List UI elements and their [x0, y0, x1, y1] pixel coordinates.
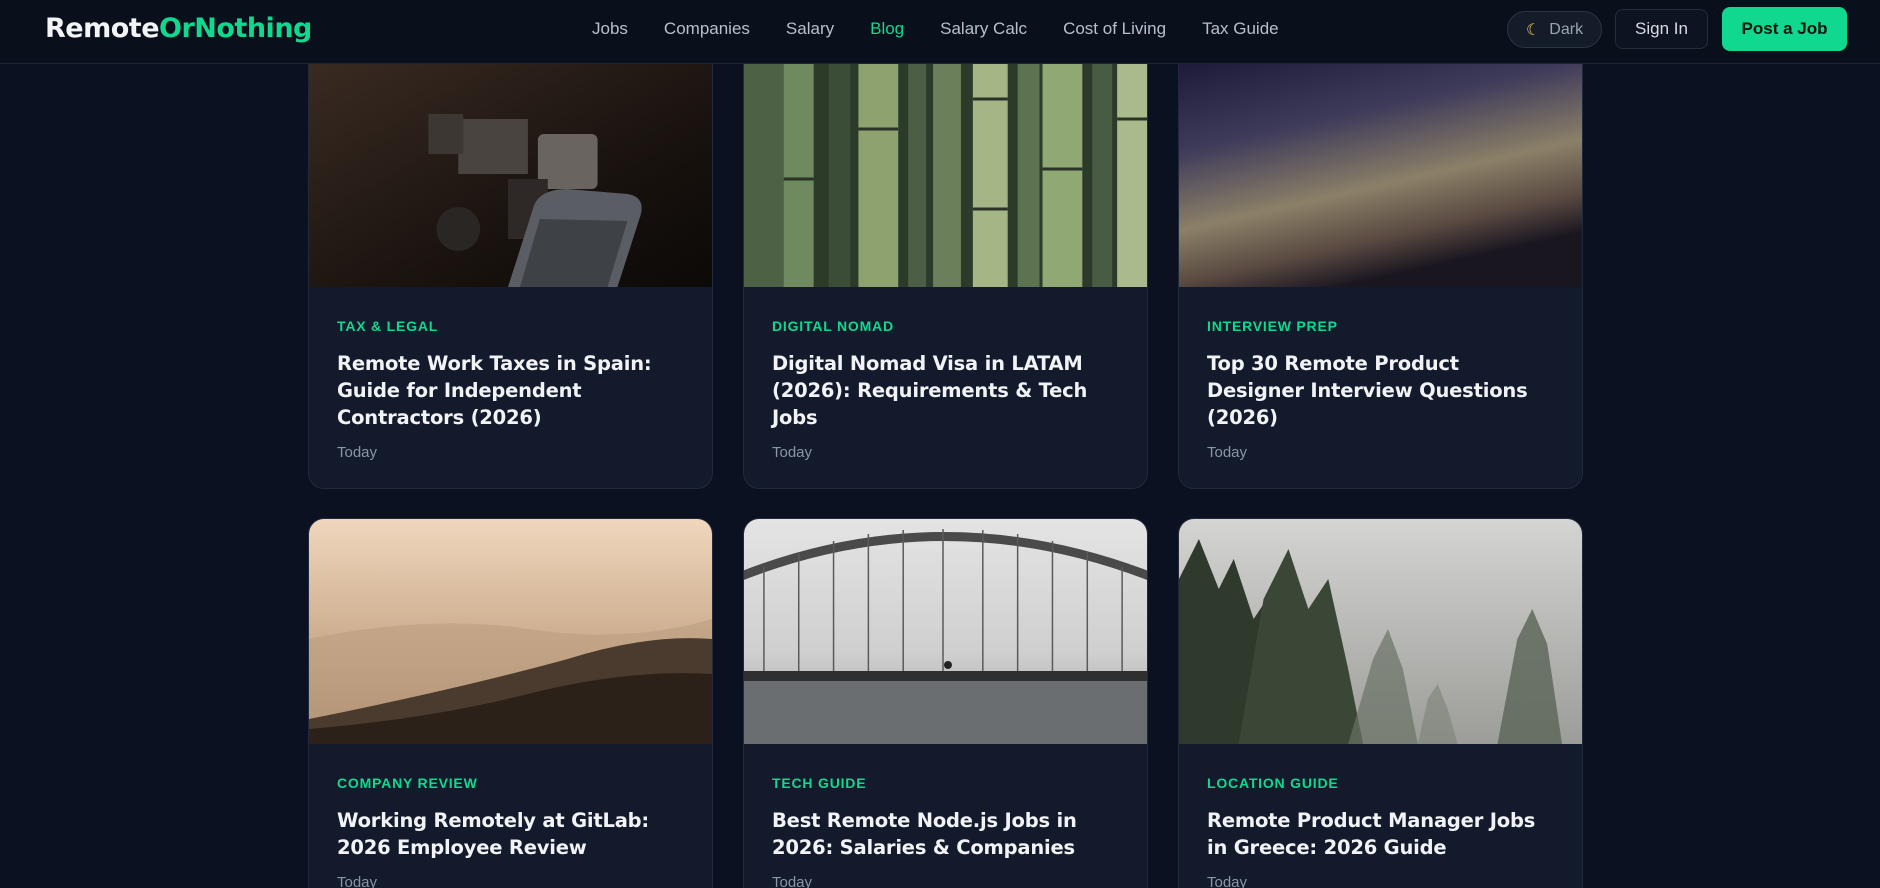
blog-post-card[interactable]: INTERVIEW PREP Top 30 Remote Product Des…	[1178, 58, 1583, 489]
logo-text-ornothing: OrNothing	[159, 13, 312, 44]
moon-icon: ☾	[1525, 21, 1541, 39]
blog-post-card[interactable]: LOCATION GUIDE Remote Product Manager Jo…	[1178, 518, 1583, 888]
post-title[interactable]: Digital Nomad Visa in LATAM (2026): Requ…	[772, 350, 1119, 431]
nav-link-salary-calc[interactable]: Salary Calc	[940, 0, 1027, 58]
post-category: TAX & LEGAL	[337, 318, 439, 334]
nav-link-cost-of-living[interactable]: Cost of Living	[1063, 0, 1166, 58]
site-logo[interactable]: RemoteOrNothing	[45, 13, 312, 45]
post-thumbnail-bridge	[744, 519, 1147, 744]
post-title[interactable]: Remote Product Manager Jobs in Greece: 2…	[1207, 807, 1554, 861]
logo-text-remote: Remote	[45, 13, 160, 44]
post-category: LOCATION GUIDE	[1207, 775, 1339, 791]
nav-link-jobs[interactable]: Jobs	[592, 0, 628, 58]
post-title[interactable]: Top 30 Remote Product Designer Interview…	[1207, 350, 1554, 431]
post-thumbnail-machinery	[309, 59, 712, 287]
post-date: Today	[772, 874, 813, 888]
nav-link-blog[interactable]: Blog	[870, 0, 904, 58]
post-title[interactable]: Best Remote Node.js Jobs in 2026: Salari…	[772, 807, 1119, 861]
post-thumbnail-hills	[309, 519, 712, 744]
blog-post-card[interactable]: DIGITAL NOMAD Digital Nomad Visa in LATA…	[743, 58, 1148, 489]
blog-post-card[interactable]: TAX & LEGAL Remote Work Taxes in Spain: …	[308, 58, 713, 489]
post-job-button[interactable]: Post a Job	[1722, 7, 1847, 51]
post-category: TECH GUIDE	[772, 775, 867, 791]
post-thumbnail-sky	[1179, 59, 1582, 287]
post-category: INTERVIEW PREP	[1207, 318, 1338, 334]
top-navbar: RemoteOrNothing Jobs Companies Salary Bl…	[0, 0, 1880, 64]
post-date: Today	[337, 874, 378, 888]
theme-toggle-button[interactable]: ☾ Dark	[1507, 11, 1602, 48]
nav-link-salary[interactable]: Salary	[786, 0, 834, 58]
nav-link-companies[interactable]: Companies	[664, 0, 750, 58]
post-date: Today	[1207, 444, 1248, 461]
post-date: Today	[337, 444, 378, 461]
post-title[interactable]: Remote Work Taxes in Spain: Guide for In…	[337, 350, 684, 431]
post-category: DIGITAL NOMAD	[772, 318, 894, 334]
sign-in-button[interactable]: Sign In	[1615, 9, 1708, 49]
post-thumbnail-bamboo	[744, 59, 1147, 287]
blog-post-card[interactable]: TECH GUIDE Best Remote Node.js Jobs in 2…	[743, 518, 1148, 888]
post-date: Today	[1207, 874, 1248, 888]
blog-post-card[interactable]: COMPANY REVIEW Working Remotely at GitLa…	[308, 518, 713, 888]
theme-toggle-label: Dark	[1549, 20, 1584, 38]
post-category: COMPANY REVIEW	[337, 775, 478, 791]
nav-link-tax-guide[interactable]: Tax Guide	[1202, 0, 1279, 58]
post-date: Today	[772, 444, 813, 461]
post-title[interactable]: Working Remotely at GitLab: 2026 Employe…	[337, 807, 684, 861]
main-nav: Jobs Companies Salary Blog Salary Calc C…	[592, 0, 1315, 58]
post-thumbnail-forest	[1179, 519, 1582, 744]
